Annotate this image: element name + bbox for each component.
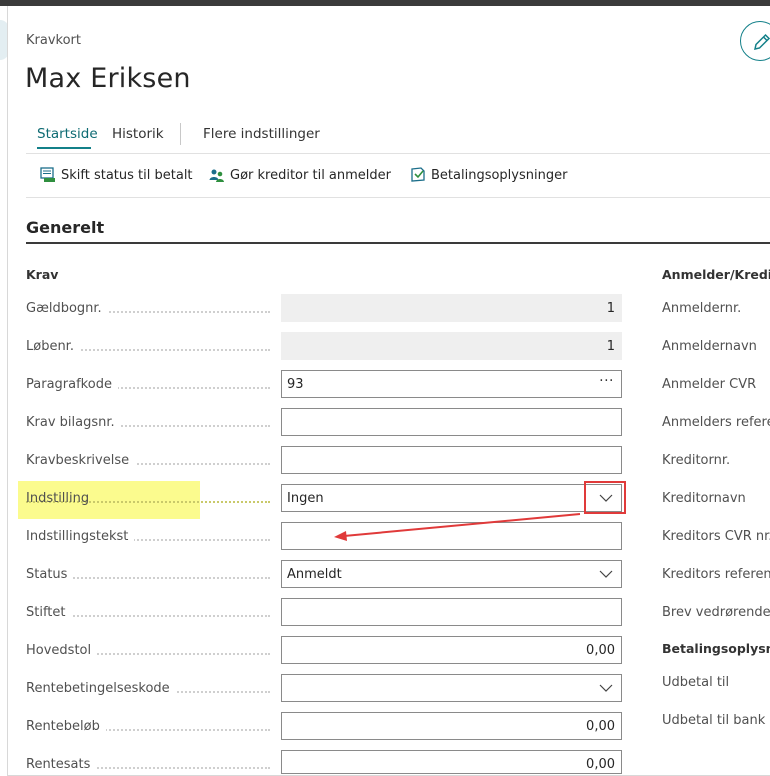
chevron-down-icon[interactable] xyxy=(599,569,613,579)
label-anmeldernr: Anmeldernr. xyxy=(662,301,742,316)
skift-status-label: Skift status til betalt xyxy=(61,167,193,183)
group-title-betaling: Betalingsoplysni xyxy=(662,641,770,656)
field-krav-bilagsnr[interactable] xyxy=(281,408,622,436)
label-status: Status xyxy=(26,567,270,582)
document-status-icon xyxy=(40,167,55,182)
active-tab-indicator xyxy=(37,147,91,149)
label-krav-bilagsnr: Krav bilagsnr. xyxy=(26,415,270,430)
field-status[interactable]: Anmeldt xyxy=(281,560,622,588)
label-rentebetingelseskode: Rentebetingelseskode xyxy=(26,681,270,696)
action-bar-divider xyxy=(26,197,770,198)
label-kravbeskrivelse: Kravbeskrivelse xyxy=(26,453,270,468)
tab-historik[interactable]: Historik xyxy=(112,126,164,142)
tab-bar-divider xyxy=(26,153,770,154)
field-stiftet[interactable] xyxy=(281,598,622,626)
tab-flere-indstillinger[interactable]: Flere indstillinger xyxy=(203,126,320,142)
goer-kreditor-button[interactable]: Gør kreditor til anmelder xyxy=(208,166,391,184)
label-anmelder-cvr: Anmelder CVR xyxy=(662,377,757,392)
label-udbetal-til: Udbetal til xyxy=(662,675,730,690)
breadcrumb: Kravkort xyxy=(26,33,81,48)
field-loebenr: 1 xyxy=(281,332,622,360)
label-stiftet: Stiftet xyxy=(26,605,270,620)
label-anmelders-reference: Anmelders refere xyxy=(662,415,770,430)
lookup-ellipsis-icon[interactable]: ··· xyxy=(599,373,614,389)
label-hovedstol: Hovedstol xyxy=(26,643,270,658)
field-gaeldbognr: 1 xyxy=(281,294,622,322)
label-rentebeloeb: Rentebeløb xyxy=(26,719,270,734)
tab-divider xyxy=(180,123,181,145)
red-box-annotation xyxy=(584,481,626,514)
betalingsoplysninger-label: Betalingsoplysninger xyxy=(431,167,568,183)
skift-status-button[interactable]: Skift status til betalt xyxy=(39,166,193,184)
field-kravbeskrivelse[interactable] xyxy=(281,446,622,474)
goer-kreditor-label: Gør kreditor til anmelder xyxy=(230,167,392,183)
field-rentesats[interactable]: 0,00 xyxy=(281,750,622,774)
label-indstilling: Indstilling xyxy=(26,491,270,506)
label-gaeldbognr: Gældbognr. xyxy=(26,301,270,316)
page-title: Max Eriksen xyxy=(25,63,191,94)
field-hovedstol[interactable]: 0,00 xyxy=(281,636,622,664)
label-kreditornr: Kreditornr. xyxy=(662,453,731,468)
pencil-icon xyxy=(754,33,770,50)
label-paragrafkode: Paragrafkode xyxy=(26,377,270,392)
group-title-krav: Krav xyxy=(26,267,59,282)
section-divider xyxy=(26,242,770,244)
chevron-down-icon[interactable] xyxy=(599,683,613,693)
field-indstilling[interactable]: Ingen xyxy=(281,484,622,512)
group-title-anmelder: Anmelder/Kredit xyxy=(662,267,770,282)
label-udbetal-til-bank: Udbetal til bank xyxy=(662,713,766,728)
label-rentesats: Rentesats xyxy=(26,757,270,772)
field-indstillingstekst[interactable] xyxy=(281,522,622,550)
people-icon xyxy=(209,169,224,182)
label-kreditors-reference: Kreditors referen xyxy=(662,567,770,582)
label-indstillingstekst: Indstillingstekst xyxy=(26,529,270,544)
field-rentebeloeb[interactable]: 0,00 xyxy=(281,712,622,740)
label-anmeldernavn: Anmeldernavn xyxy=(662,339,757,354)
label-loebenr: Løbenr. xyxy=(26,339,270,354)
field-paragrafkode[interactable]: 93 ··· xyxy=(281,370,622,398)
betalingsoplysninger-button[interactable]: Betalingsoplysninger xyxy=(409,166,567,184)
payment-info-icon xyxy=(411,167,425,182)
field-rentebetingelseskode[interactable] xyxy=(281,674,622,702)
section-title-generelt[interactable]: Generelt xyxy=(26,218,104,237)
label-brev-vedroerende: Brev vedrørende xyxy=(662,605,770,620)
label-kreditors-cvr: Kreditors CVR nr. xyxy=(662,529,770,544)
tab-startside[interactable]: Startside xyxy=(37,126,98,142)
label-kreditornavn: Kreditornavn xyxy=(662,491,746,506)
